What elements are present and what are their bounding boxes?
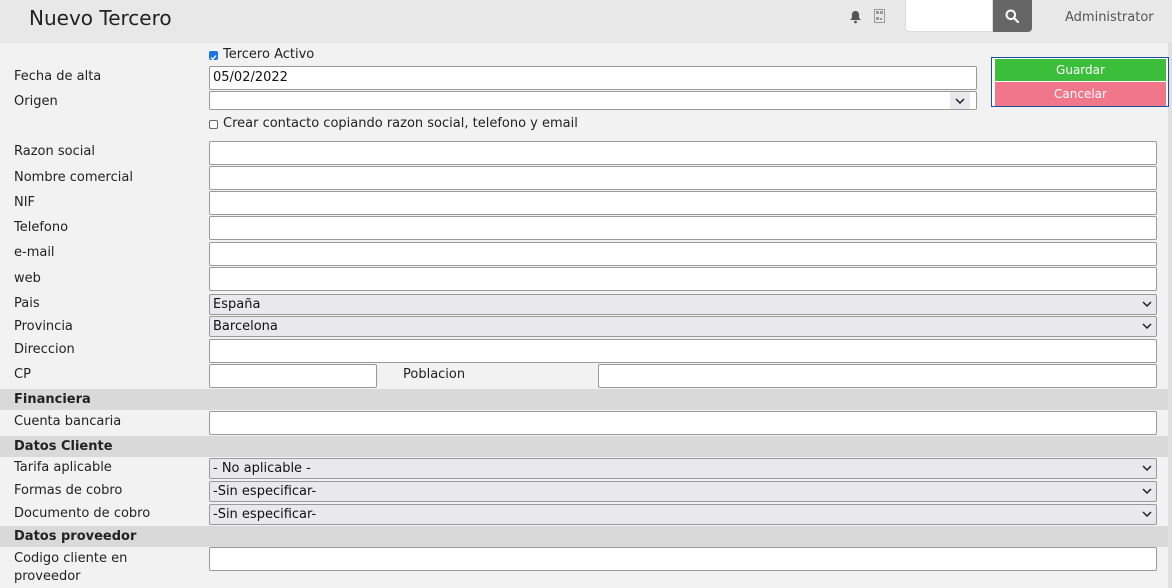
cuenta-input[interactable]	[209, 411, 1157, 435]
documento-label: Documento de cobro	[14, 506, 151, 521]
direccion-label: Direccion	[14, 342, 75, 357]
formas-value: -Sin especificar-	[213, 484, 317, 499]
cuenta-label: Cuenta bancaria	[14, 414, 122, 429]
chevron-down-icon	[1142, 295, 1152, 307]
bell-icon[interactable]	[849, 10, 862, 28]
formas-label: Formas de cobro	[14, 483, 123, 498]
tarifa-label: Tarifa aplicable	[14, 460, 112, 475]
pais-select[interactable]: España	[209, 294, 1157, 315]
codigo-input[interactable]	[209, 547, 1157, 571]
scrollbar[interactable]	[1168, 43, 1172, 588]
chevron-down-icon	[1142, 459, 1152, 471]
provincia-value: Barcelona	[213, 319, 278, 334]
tarifa-value: - No aplicable -	[213, 461, 311, 476]
section-proveedor: Datos proveedor	[0, 526, 1168, 547]
razon-label: Razon social	[14, 144, 95, 159]
section-cliente-heading: Datos Cliente	[14, 439, 113, 454]
nif-input[interactable]	[209, 191, 1157, 215]
page-title: Nuevo Tercero	[29, 6, 172, 30]
pais-value: España	[213, 297, 261, 312]
save-button[interactable]: Guardar	[995, 59, 1166, 81]
section-financiera: Financiera	[0, 389, 1168, 410]
pais-label: Pais	[14, 296, 40, 311]
cp-input[interactable]	[209, 364, 377, 388]
active-checkbox[interactable]	[209, 51, 218, 61]
qr-code-icon[interactable]	[874, 9, 885, 27]
crear-contacto-label: Crear contacto copiando razon social, te…	[223, 116, 578, 131]
email-label: e-mail	[14, 245, 55, 260]
poblacion-label: Poblacion	[403, 367, 466, 382]
section-financiera-heading: Financiera	[14, 392, 91, 407]
search-icon	[1005, 9, 1019, 23]
nombre-label: Nombre comercial	[14, 170, 133, 185]
razon-input[interactable]	[209, 141, 1157, 165]
section-proveedor-heading: Datos proveedor	[14, 529, 137, 544]
codigo-label: Codigo cliente en proveedor	[14, 551, 128, 584]
crear-contacto-checkbox[interactable]	[209, 120, 218, 129]
email-input[interactable]	[209, 242, 1157, 266]
origen-label: Origen	[14, 94, 58, 109]
user-menu[interactable]: Administrator	[1065, 10, 1154, 25]
nif-label: NIF	[14, 195, 36, 210]
nombre-input[interactable]	[209, 166, 1157, 190]
poblacion-input[interactable]	[598, 364, 1157, 388]
direccion-input[interactable]	[209, 339, 1157, 363]
telefono-input[interactable]	[209, 216, 1157, 240]
fecha-label: Fecha de alta	[14, 69, 102, 84]
chevron-down-icon	[1142, 482, 1152, 494]
chevron-down-icon[interactable]	[950, 92, 970, 109]
origen-select[interactable]	[209, 91, 977, 110]
tarifa-select[interactable]: - No aplicable -	[209, 458, 1157, 479]
web-input[interactable]	[209, 267, 1157, 291]
search-input[interactable]	[905, 0, 993, 32]
top-bar: Nuevo Tercero Administrator	[0, 0, 1172, 43]
fecha-input[interactable]: 05/02/2022	[209, 66, 977, 90]
chevron-down-icon	[1142, 317, 1152, 329]
action-buttons: Guardar Cancelar	[991, 57, 1169, 107]
chevron-down-icon	[1142, 505, 1152, 517]
section-cliente: Datos Cliente	[0, 436, 1168, 457]
provincia-label: Provincia	[14, 319, 73, 334]
provincia-select[interactable]: Barcelona	[209, 316, 1157, 337]
formas-select[interactable]: -Sin especificar-	[209, 481, 1157, 502]
search-button[interactable]	[993, 0, 1032, 32]
documento-select[interactable]: -Sin especificar-	[209, 504, 1157, 525]
cp-label: CP	[14, 367, 31, 382]
documento-value: -Sin especificar-	[213, 507, 317, 522]
cancel-button[interactable]: Cancelar	[995, 82, 1166, 106]
active-label: Tercero Activo	[223, 47, 315, 62]
telefono-label: Telefono	[14, 220, 69, 235]
web-label: web	[14, 271, 41, 286]
